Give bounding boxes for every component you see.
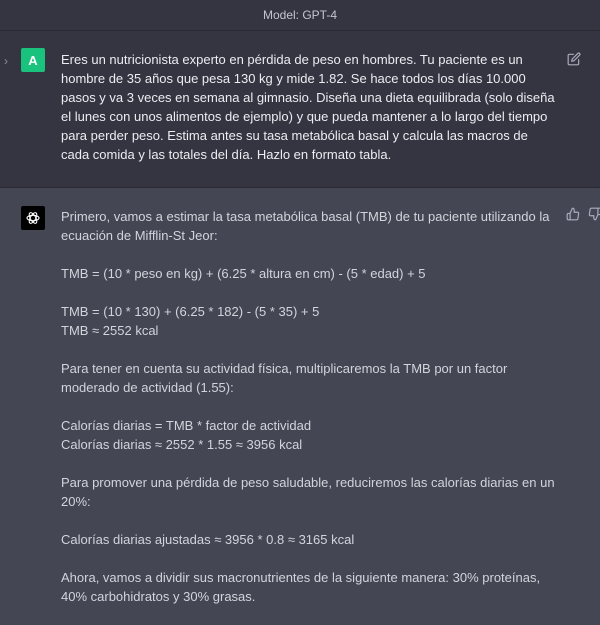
openai-logo-icon bbox=[26, 212, 40, 224]
assistant-paragraph: Calorías diarias ajustadas ≈ 3956 * 0.8 … bbox=[61, 532, 355, 547]
chevron-right-icon[interactable]: › bbox=[4, 54, 8, 68]
assistant-paragraph: Calorías diarias ≈ 2552 * 1.55 ≈ 3956 kc… bbox=[61, 437, 303, 452]
assistant-paragraph: Primero, vamos a estimar la tasa metaból… bbox=[61, 209, 550, 243]
user-avatar-letter: A bbox=[28, 52, 38, 68]
user-message-text: Eres un nutricionista experto en pérdida… bbox=[61, 52, 555, 162]
assistant-message-text: Primero, vamos a estimar la tasa metaból… bbox=[61, 207, 556, 625]
assistant-paragraph: Para promover una pérdida de peso saluda… bbox=[61, 475, 555, 509]
assistant-paragraph: Calorías diarias = TMB * factor de activ… bbox=[61, 418, 312, 433]
model-label: Model: GPT-4 bbox=[262, 8, 338, 22]
assistant-paragraph: Ahora, vamos a dividir sus macronutrient… bbox=[61, 570, 541, 604]
thumb-up-icon[interactable] bbox=[566, 207, 580, 221]
assistant-paragraph: TMB = (10 * 130) + (6.25 * 182) - (5 * 3… bbox=[61, 304, 320, 319]
assistant-paragraph: TMB ≈ 2552 kcal bbox=[61, 323, 159, 338]
assistant-avatar bbox=[21, 206, 45, 230]
assistant-paragraph: Para tener en cuenta su actividad física… bbox=[61, 361, 508, 395]
thumb-down-icon[interactable] bbox=[588, 207, 600, 221]
user-avatar: A bbox=[21, 48, 45, 72]
assistant-paragraph: TMB = (10 * peso en kg) + (6.25 * altura… bbox=[61, 266, 426, 281]
model-header: Model: GPT-4 bbox=[0, 0, 600, 31]
edit-icon[interactable] bbox=[567, 52, 581, 66]
